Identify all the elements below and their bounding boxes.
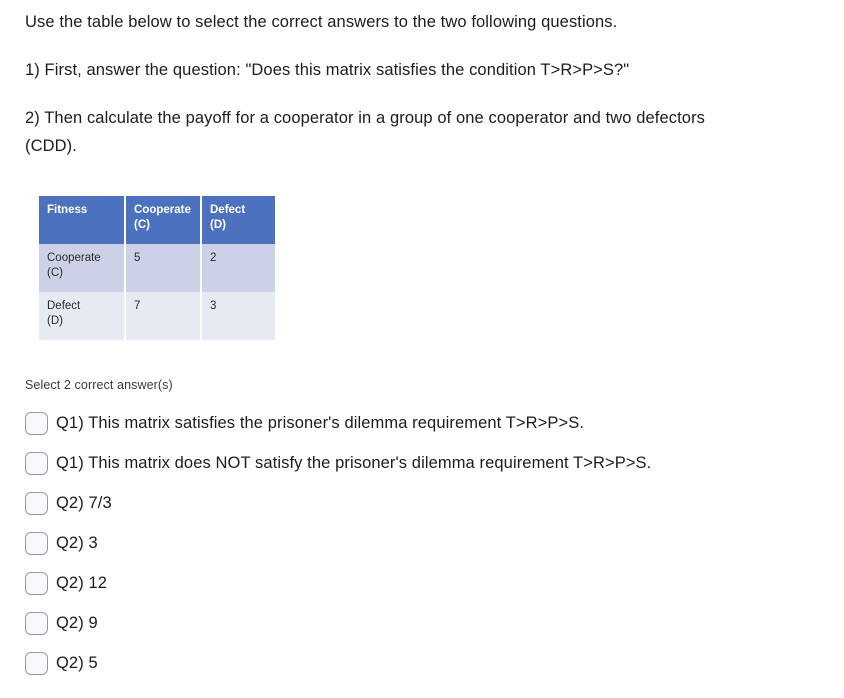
checkbox-icon-option-1[interactable] (25, 411, 48, 435)
checkbox-icon-option-2[interactable] (25, 451, 48, 475)
matrix-column-header-defect-code: (D) (210, 218, 226, 231)
answer-option-5[interactable]: Q2) 12 (25, 567, 825, 599)
matrix-row-defect: Defect (D) 7 3 (39, 292, 275, 340)
answer-option-3-label: Q2) 7/3 (56, 494, 112, 512)
answer-option-6-label: Q2) 9 (56, 614, 98, 632)
payoff-matrix: Fitness Cooperate (C) Defect (D) Coopera… (39, 196, 275, 340)
matrix-row-header-cooperate: Cooperate (C) (39, 244, 126, 292)
answer-option-4[interactable]: Q2) 3 (25, 527, 825, 559)
select-count-hint: Select 2 correct answer(s) (25, 378, 173, 392)
matrix-cell-cc: 5 (125, 244, 202, 292)
matrix-row-header-defect: Defect (D) (39, 292, 126, 340)
matrix-row-header-cooperate-name: Cooperate (47, 252, 101, 264)
prompt-question-1: 1) First, answer the question: "Does thi… (25, 61, 630, 79)
matrix-column-header-cooperate: Cooperate (C) (125, 196, 202, 244)
answer-option-2-label: Q1) This matrix does NOT satisfy the pri… (56, 454, 652, 472)
answer-option-1-label: Q1) This matrix satisfies the prisoner's… (56, 414, 585, 432)
matrix-corner-label: Fitness (39, 196, 126, 244)
checkbox-icon-option-7[interactable] (25, 651, 48, 675)
answer-option-5-label: Q2) 12 (56, 574, 108, 592)
answer-option-7[interactable]: Q2) 5 (25, 647, 825, 679)
matrix-cell-cd: 2 (201, 244, 275, 292)
matrix-corner-label-text: Fitness (47, 204, 88, 216)
matrix-cell-dd: 3 (201, 292, 275, 340)
answer-option-6[interactable]: Q2) 9 (25, 607, 825, 639)
matrix-column-header-defect: Defect (D) (201, 196, 275, 244)
checkbox-icon-option-5[interactable] (25, 571, 48, 595)
question-prompt: Use the table below to select the correc… (25, 0, 825, 160)
answer-option-4-label: Q2) 3 (56, 534, 98, 552)
checkbox-icon-option-6[interactable] (25, 611, 48, 635)
answer-option-1[interactable]: Q1) This matrix satisfies the prisoner's… (25, 407, 825, 439)
matrix-column-header-cooperate-code: (C) (134, 218, 150, 231)
matrix-row-cooperate: Cooperate (C) 5 2 (39, 244, 275, 292)
checkbox-icon-option-4[interactable] (25, 531, 48, 555)
matrix-row-header-cooperate-code: (C) (47, 266, 63, 279)
answer-option-7-label: Q2) 5 (56, 654, 98, 672)
answer-option-2[interactable]: Q1) This matrix does NOT satisfy the pri… (25, 447, 825, 479)
answer-options-group: Select 2 correct answer(s) Q1) This matr… (25, 377, 825, 687)
answer-option-3[interactable]: Q2) 7/3 (25, 487, 825, 519)
matrix-column-header-defect-name: Defect (210, 204, 246, 216)
matrix-cell-dc: 7 (125, 292, 202, 340)
matrix-header-row: Fitness Cooperate (C) Defect (D) (39, 196, 275, 244)
checkbox-icon-option-3[interactable] (25, 491, 48, 515)
matrix-column-header-cooperate-name: Cooperate (134, 204, 191, 216)
matrix-row-header-defect-name: Defect (47, 300, 81, 312)
payoff-matrix-table: Fitness Cooperate (C) Defect (D) Coopera… (39, 196, 275, 340)
prompt-question-2: 2) Then calculate the payoff for a coope… (25, 109, 706, 155)
matrix-row-header-defect-code: (D) (47, 314, 63, 327)
prompt-intro: Use the table below to select the correc… (25, 13, 618, 31)
